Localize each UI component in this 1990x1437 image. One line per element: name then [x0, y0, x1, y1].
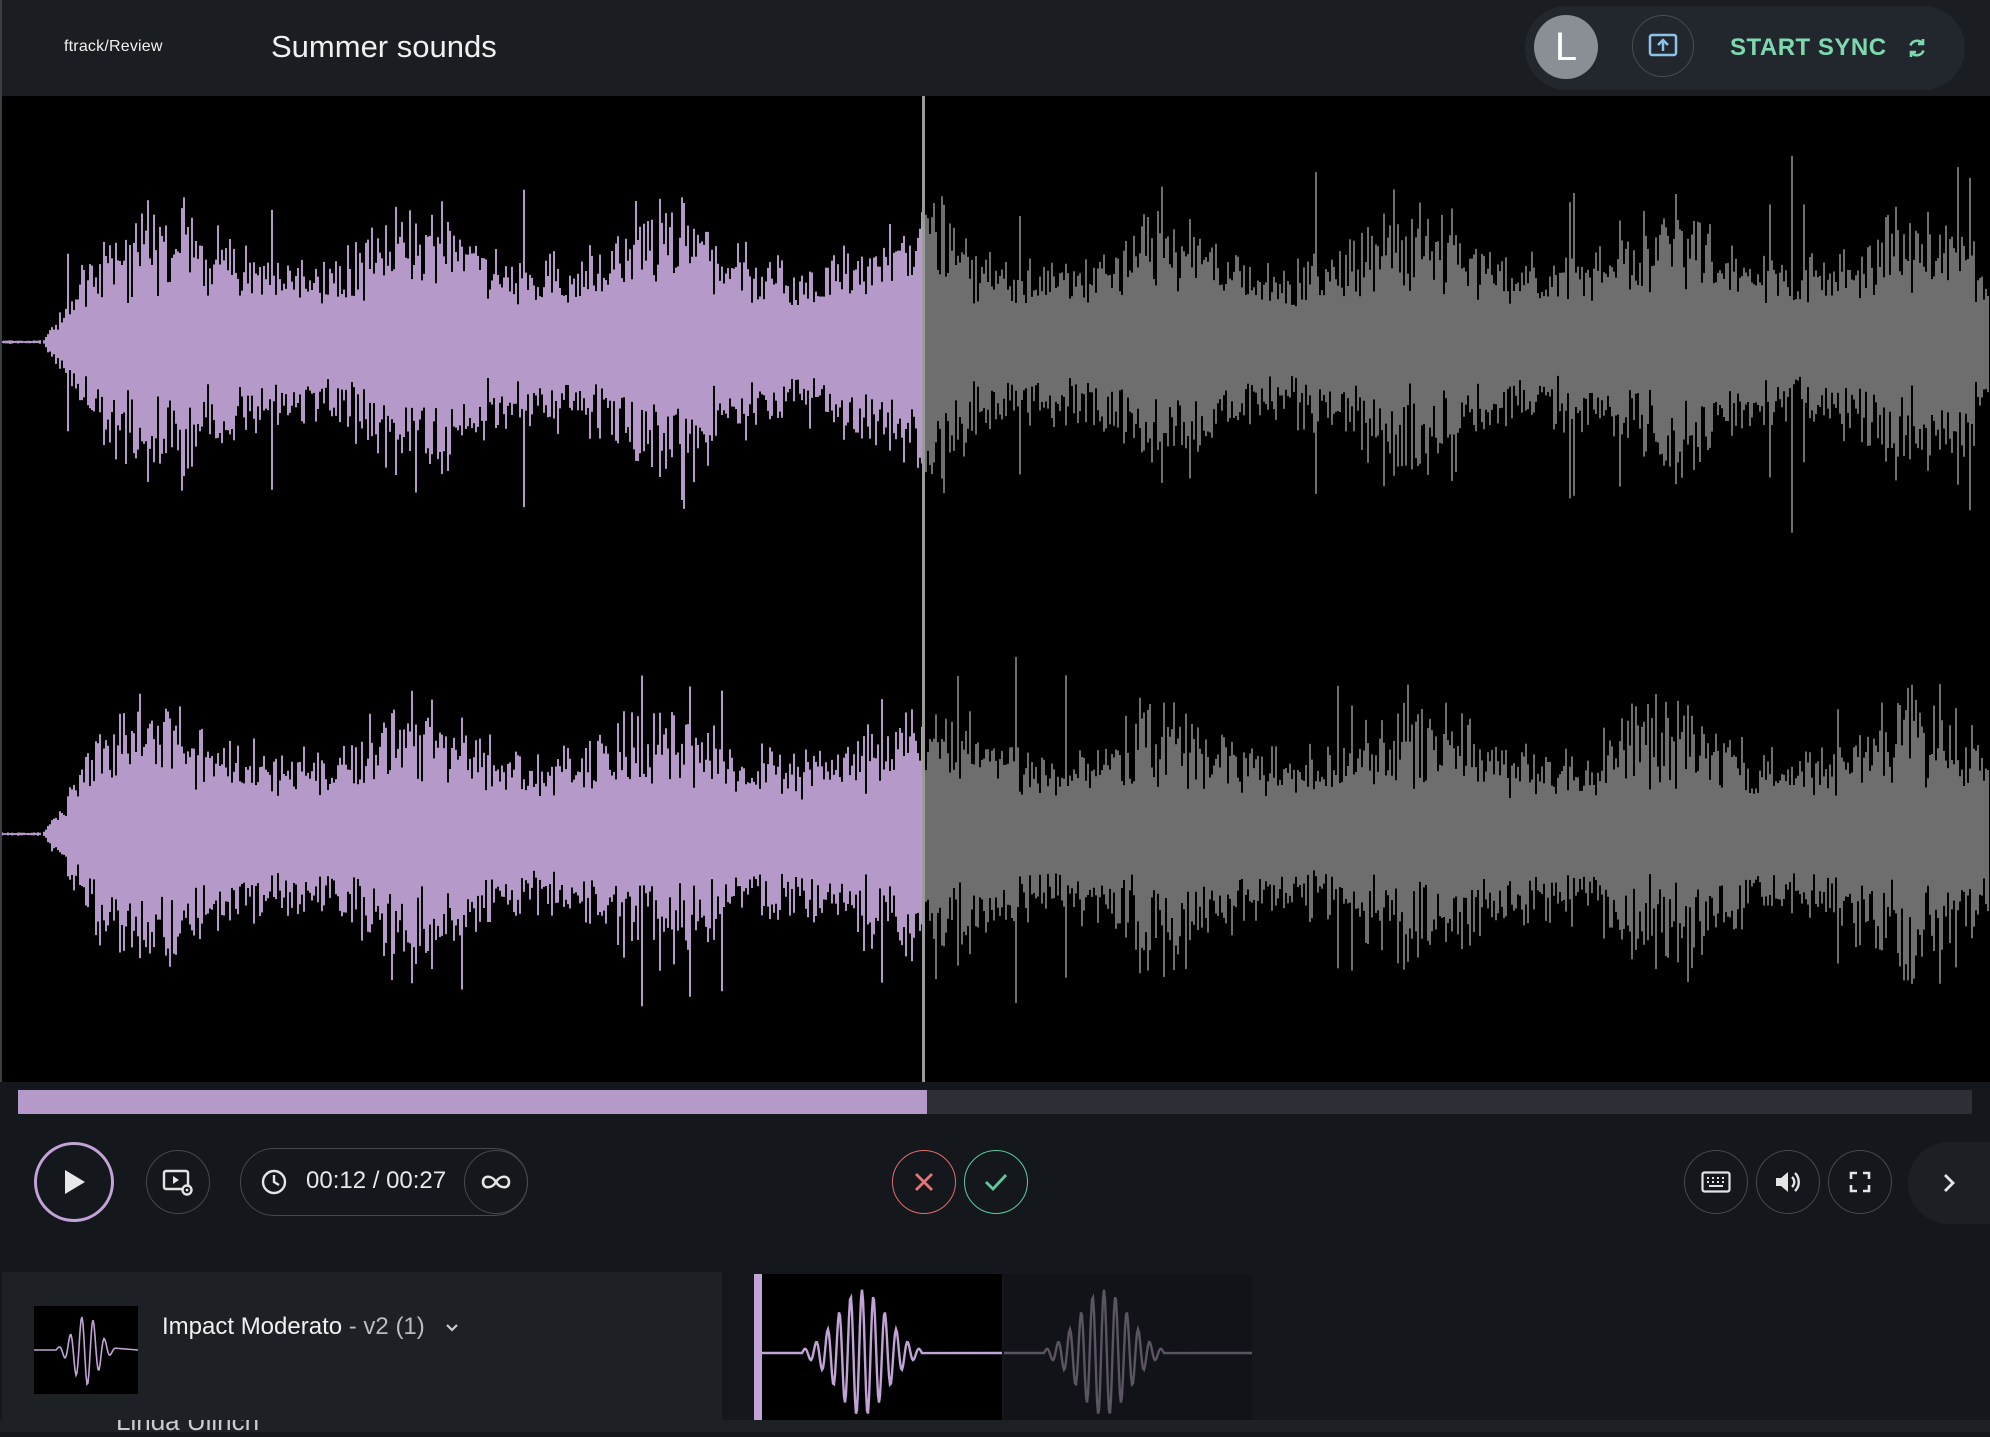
waveform-thumbnail-icon — [34, 1316, 139, 1387]
chevron-right-icon — [1944, 1174, 1955, 1192]
user-avatar[interactable]: L — [1534, 15, 1598, 79]
reject-icon — [915, 1173, 933, 1191]
sync-icon — [1908, 39, 1925, 57]
time-display: 00:12 / 00:27 — [306, 1167, 447, 1194]
version-strip-item-active[interactable] — [754, 1274, 1003, 1432]
start-sync-button[interactable]: START SYNC — [1730, 20, 1929, 76]
screen-share-icon — [1648, 33, 1678, 57]
version-thumbnail[interactable] — [34, 1306, 139, 1394]
side-panel-toggle[interactable] — [1908, 1142, 1990, 1224]
version-strip-item[interactable] — [1004, 1274, 1253, 1432]
keyboard-shortcuts-button[interactable] — [1684, 1150, 1748, 1214]
keyboard-icon — [1701, 1171, 1731, 1193]
clock-icon — [261, 1169, 287, 1195]
progress-fill — [18, 1090, 927, 1114]
user-name: Linda Ullrich — [116, 1420, 259, 1432]
share-screen-button[interactable] — [1632, 15, 1694, 77]
play-button[interactable] — [34, 1142, 114, 1222]
activity-feed-peek: Linda Ullrich — [0, 1420, 1990, 1432]
waveform-thumbnail-icon — [762, 1289, 1003, 1414]
waveform-channel-right — [2, 656, 1989, 1007]
version-selector[interactable]: Impact Moderato - v2 (1) — [162, 1313, 459, 1341]
chevron-down-icon — [446, 1323, 459, 1332]
waveform-channel-left — [2, 155, 1989, 533]
reject-button[interactable] — [892, 1150, 956, 1214]
app-logo[interactable]: ftrack/Review — [64, 38, 163, 56]
loop-icon — [481, 1175, 511, 1189]
loop-button[interactable] — [464, 1150, 528, 1214]
waveform-thumbnail-icon — [1004, 1289, 1253, 1414]
volume-icon — [1776, 1172, 1800, 1192]
version-number: - v2 (1) — [342, 1313, 425, 1340]
media-settings-button[interactable] — [146, 1150, 210, 1214]
version-name: Impact Moderato — [162, 1313, 343, 1340]
volume-button[interactable] — [1756, 1150, 1820, 1214]
fullscreen-button[interactable] — [1828, 1150, 1892, 1214]
waveform-viewer[interactable] — [0, 96, 1990, 1082]
play-icon — [65, 1170, 85, 1194]
approve-icon — [985, 1174, 1008, 1192]
start-sync-label: START SYNC — [1730, 34, 1887, 61]
approve-button[interactable] — [964, 1150, 1028, 1214]
waveform[interactable] — [2, 96, 1990, 1082]
media-settings-icon — [162, 1169, 193, 1196]
fullscreen-icon — [1849, 1171, 1871, 1193]
playhead[interactable] — [922, 96, 925, 1082]
page-title: Summer sounds — [271, 29, 497, 64]
progress-bar[interactable] — [18, 1090, 1972, 1114]
